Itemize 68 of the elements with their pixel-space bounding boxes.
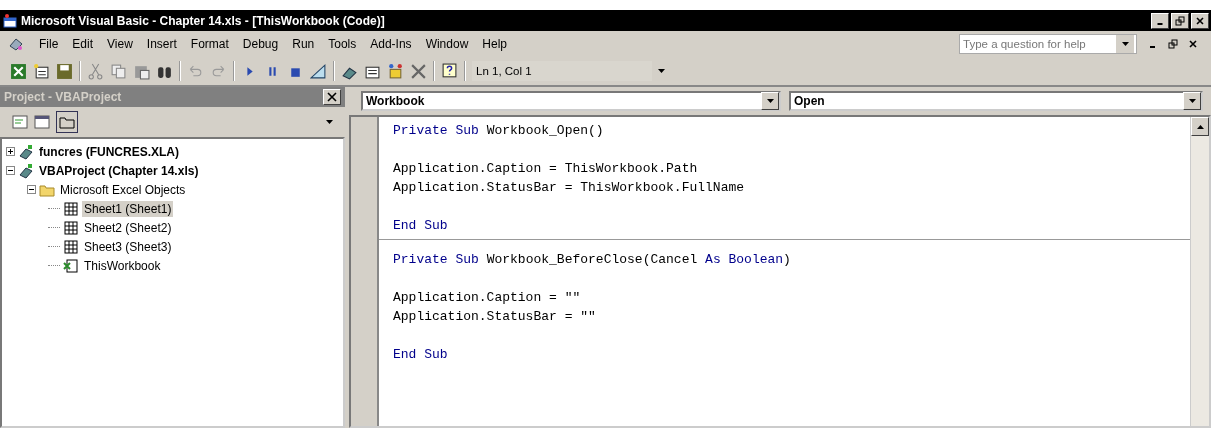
project-icon	[18, 143, 34, 160]
code-line: Private Sub Workbook_BeforeClose(Cancel As Boolean)	[393, 251, 792, 269]
scroll-up-icon	[1196, 124, 1204, 129]
tree-item[interactable]: Sheet2 (Sheet2)	[82, 219, 174, 236]
excel-icon[interactable]	[10, 62, 27, 80]
caret-icon	[1188, 99, 1196, 103]
menu-item[interactable]: Run	[285, 37, 322, 51]
view-code-icon[interactable]	[12, 114, 28, 130]
menu-item[interactable]: Insert	[139, 37, 184, 51]
sheet-icon	[63, 219, 79, 236]
menu-item[interactable]: Add-Ins	[363, 37, 419, 51]
app-icon	[2, 12, 18, 29]
tree-item[interactable]: Microsoft Excel Objects	[58, 181, 188, 198]
collapse-toggle[interactable]	[27, 185, 36, 194]
procedure-dropdown[interactable]: Open	[789, 91, 1203, 111]
tree-item[interactable]: funcres (FUNCRES.XLA)	[37, 143, 181, 160]
window-title: Microsoft Visual Basic - Chapter 14.xls - [ThisWorkbook (Code)]	[21, 13, 385, 28]
code-line: End Sub	[393, 346, 449, 364]
caret-icon[interactable]	[657, 69, 665, 73]
code-line: Application.Caption = ""	[393, 289, 582, 307]
menu-item[interactable]: View	[100, 37, 140, 51]
menu-item[interactable]: Debug	[235, 37, 286, 51]
object-browser-icon[interactable]	[387, 62, 404, 80]
sheet-icon	[63, 200, 79, 217]
minimize-icon	[1157, 22, 1163, 25]
close-button[interactable]	[1191, 12, 1209, 29]
help-search-field[interactable]: Type a question for help	[959, 34, 1137, 54]
close-icon[interactable]	[1188, 39, 1198, 49]
collapse-toggle[interactable]	[6, 166, 15, 175]
menu-item[interactable]: File	[32, 37, 66, 51]
menu-item[interactable]: Help	[475, 37, 514, 51]
panel-title: Project - VBAProject	[4, 90, 122, 104]
menu-item[interactable]: Edit	[65, 37, 101, 51]
restore-icon	[1175, 15, 1185, 26]
code-line: End Sub	[393, 217, 449, 235]
cursor-position: Ln 1, Col 1	[472, 61, 652, 81]
sheet-icon	[63, 238, 79, 255]
caret-icon[interactable]	[326, 120, 333, 124]
tree-item[interactable]: Sheet3 (Sheet3)	[82, 238, 174, 255]
tree-item[interactable]: ThisWorkbook	[82, 257, 163, 274]
insert-form-icon[interactable]	[33, 62, 50, 80]
tree-item[interactable]: Sheet1 (Sheet1)	[82, 200, 174, 217]
caret-icon	[766, 99, 774, 103]
menu-item[interactable]: Format	[183, 37, 236, 51]
close-icon	[1195, 15, 1205, 26]
vertical-scrollbar[interactable]	[1190, 117, 1209, 426]
code-line: Application.StatusBar = ""	[393, 308, 597, 326]
minimize-button[interactable]	[1151, 12, 1169, 29]
code-line: Application.StatusBar = ThisWorkbook.FullName	[393, 179, 746, 197]
close-button[interactable]	[323, 89, 341, 105]
tree-item[interactable]: VBAProject (Chapter 14.xls)	[37, 162, 201, 179]
vba-icon[interactable]	[8, 36, 24, 52]
expand-toggle[interactable]	[6, 147, 15, 156]
workbook-icon	[63, 257, 79, 274]
save-icon[interactable]	[56, 62, 73, 80]
code-line: Application.Caption = ThisWorkbook.Path	[393, 160, 699, 178]
view-object-icon[interactable]	[34, 114, 50, 130]
caret-icon	[1121, 42, 1129, 46]
copy-icon[interactable]	[110, 62, 127, 80]
help-icon[interactable]	[441, 62, 458, 80]
restore-button[interactable]	[1171, 12, 1189, 29]
restore-icon[interactable]	[1168, 39, 1178, 49]
code-line: Private Sub Workbook_Open()	[393, 122, 605, 140]
project-icon	[18, 162, 34, 179]
menu-item[interactable]: Tools	[321, 37, 364, 51]
menu-item[interactable]: Window	[418, 37, 476, 51]
object-dropdown[interactable]: Workbook	[361, 91, 781, 111]
toggle-folders-button[interactable]	[56, 111, 78, 133]
